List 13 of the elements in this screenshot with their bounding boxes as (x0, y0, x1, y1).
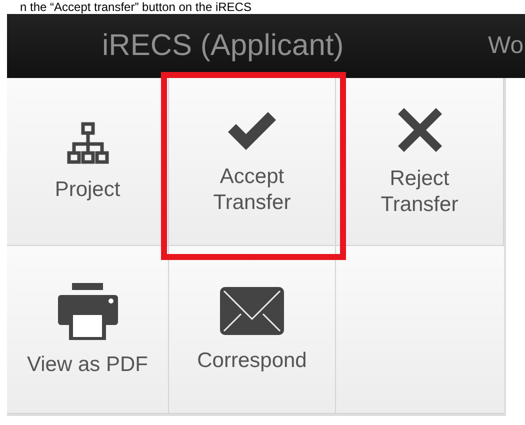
action-tile[interactable]: View as PDF (7, 246, 169, 414)
tile-label: Correspond (196, 348, 308, 374)
action-tile[interactable]: Reject Transfer (336, 78, 504, 246)
caption-text: n the “Accept transfer” button on the iRECS (19, 0, 252, 14)
action-tile[interactable]: Project (7, 78, 169, 246)
tile-label: Project (54, 176, 122, 202)
app-title: iRECS (Applicant) (102, 29, 344, 63)
menu-item[interactable]: Wo (488, 32, 524, 60)
tile-label: View as PDF (26, 352, 149, 378)
action-tile[interactable]: Accept Transfer (169, 78, 336, 246)
tile-label: Accept Transfer (212, 164, 292, 216)
tile-label: Reject Transfer (380, 166, 460, 218)
action-tile[interactable]: Correspond (169, 246, 336, 414)
